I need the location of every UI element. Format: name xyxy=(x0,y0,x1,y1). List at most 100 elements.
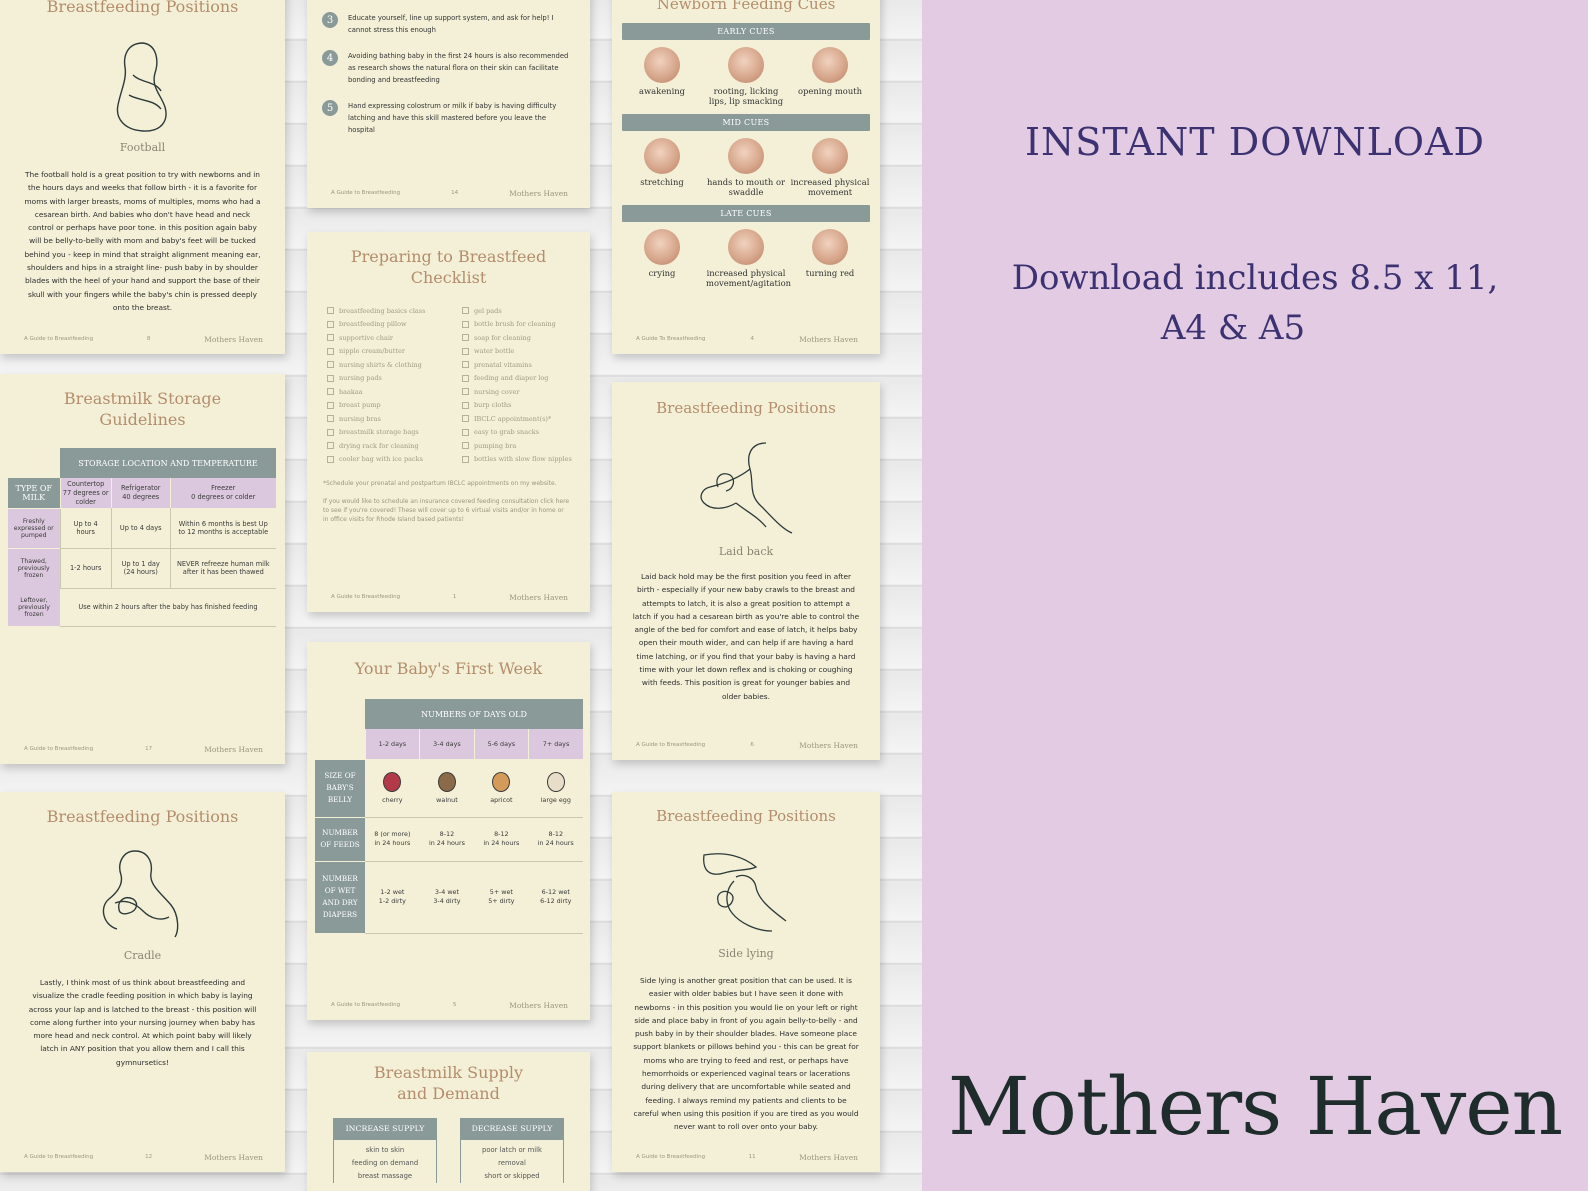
football-hold-illustration xyxy=(116,42,167,132)
checkbox[interactable] xyxy=(327,428,334,436)
belly-size-cell: cherry xyxy=(365,759,420,818)
checklist-note-2: If you would like to schedule an insuran… xyxy=(323,498,570,523)
checklist-label: feeding and diaper log xyxy=(473,374,549,383)
fruit-icon xyxy=(383,771,402,792)
baby-photo xyxy=(644,229,680,265)
cue-item: turning red xyxy=(790,229,870,288)
checklist-item[interactable]: breastfeeding pillow xyxy=(327,318,454,332)
checklist-item[interactable]: pumping bra xyxy=(461,439,574,453)
footer-brand: Mothers Haven xyxy=(799,334,858,344)
checklist-item[interactable]: breastmilk storage bags xyxy=(327,426,454,440)
days-group-header: NUMBERS OF DAYS OLD xyxy=(365,699,583,729)
checklist-label: breast pump xyxy=(339,401,381,410)
storage-cell: Up to 4 hours xyxy=(59,508,112,549)
checkbox[interactable] xyxy=(327,374,334,382)
checklist-item[interactable]: nursing pads xyxy=(327,372,454,386)
checklist-label: nursing bras xyxy=(339,414,381,423)
supply-item: short or skipped xyxy=(484,1172,540,1180)
checklist-item[interactable]: feeding and diaper log xyxy=(461,372,574,386)
checklist-item[interactable]: bottles with slow flow nipples xyxy=(461,453,574,467)
column-name: Countertop xyxy=(67,479,105,488)
checklist-label: burp cloths xyxy=(473,401,512,410)
checkbox[interactable] xyxy=(461,374,469,382)
page-football: Breastfeeding Positions Football The foo… xyxy=(0,0,285,354)
checkbox[interactable] xyxy=(327,415,334,423)
cue-band-header: MID CUES xyxy=(622,114,870,131)
checklist-item[interactable]: gel pads xyxy=(461,304,574,318)
checklist-item[interactable]: burp cloths xyxy=(461,399,574,413)
checklist-item[interactable]: prenatal vitamins xyxy=(461,358,574,372)
checklist-item[interactable]: cooler bag with ice packs xyxy=(327,453,454,467)
checkbox[interactable] xyxy=(461,361,469,369)
checkbox[interactable] xyxy=(461,320,469,328)
footer-guide: A Guide to Breastfeeding xyxy=(331,190,401,196)
checkbox[interactable] xyxy=(461,388,469,396)
checklist-item[interactable]: soap for cleaning xyxy=(461,331,574,345)
feeds-cell-line: 8 (or more) xyxy=(374,830,411,838)
checkbox[interactable] xyxy=(461,347,469,355)
page-side-lying: Breastfeeding Positions Side lying Side … xyxy=(612,792,880,1172)
checkbox[interactable] xyxy=(461,334,469,342)
cue-groups: EARLY CUES awakening rooting, licking lips… xyxy=(612,23,880,288)
checkbox[interactable] xyxy=(327,347,334,355)
footer-brand: Mothers Haven xyxy=(509,188,568,198)
checkbox[interactable] xyxy=(327,361,334,369)
cue-item: hands to mouth or swaddle xyxy=(706,138,786,197)
cue-item: stretching xyxy=(622,138,702,197)
cue-label: rooting, licking lips, lip smacking xyxy=(708,86,784,106)
checklist-item[interactable]: breast pump xyxy=(327,399,454,413)
feeds-cell-line: in 24 hours xyxy=(483,839,520,847)
position-name: Laid back xyxy=(718,545,774,558)
checklist-item[interactable]: haakaa xyxy=(327,385,454,399)
page-number: 11 xyxy=(748,1154,756,1160)
checkbox[interactable] xyxy=(461,442,469,450)
cue-item: increased physical movement/agitation xyxy=(706,229,791,288)
column-name: Refrigerator xyxy=(120,484,161,492)
checkbox[interactable] xyxy=(461,307,469,315)
checkbox[interactable] xyxy=(461,455,469,463)
checklist-item[interactable]: easy to grab snacks xyxy=(461,426,574,440)
checklist-label: easy to grab snacks xyxy=(473,428,540,437)
checkbox[interactable] xyxy=(461,415,469,423)
checklist-item[interactable]: drying rack for cleaning xyxy=(327,439,454,453)
footer-brand: Mothers Haven xyxy=(509,592,568,602)
position-description: The football hold is a great position to… xyxy=(24,170,261,312)
supply-item: breast massage xyxy=(357,1172,413,1180)
checklist-item[interactable]: nipple cream/butter xyxy=(327,345,454,359)
position-description: Laid back hold may be the first position… xyxy=(632,572,860,701)
checkbox[interactable] xyxy=(327,307,334,315)
footer-guide: A Guide to Breastfeeding xyxy=(24,746,94,752)
checklist-label: breastfeeding basics class xyxy=(339,306,426,315)
feeds-cell-line: in 24 hours xyxy=(374,839,411,847)
checkbox[interactable] xyxy=(327,334,334,342)
footer-brand: Mothers Haven xyxy=(204,334,263,344)
checklist-item[interactable]: water bottle xyxy=(461,345,574,359)
belly-size-cell: apricot xyxy=(474,759,529,818)
checkbox[interactable] xyxy=(461,428,469,436)
checklist-item[interactable]: supportive chair xyxy=(327,331,454,345)
checklist-item[interactable]: bottle brush for cleaning xyxy=(461,318,574,332)
day-header: 5-6 days xyxy=(473,729,529,759)
cue-band-header: EARLY CUES xyxy=(622,23,870,40)
checklist-item[interactable]: breastfeeding basics class xyxy=(327,304,454,318)
step-number: 4 xyxy=(322,50,338,66)
cue-item: rooting, licking lips, lip smacking xyxy=(706,47,786,106)
checklist-label: soap for cleaning xyxy=(473,333,531,342)
page-title: Breastfeeding Positions xyxy=(656,399,836,417)
checkbox[interactable] xyxy=(327,401,334,409)
checklist-item[interactable]: nursing cover xyxy=(461,385,574,399)
decrease-column: DECREASE SUPPLY poor latch or milk remova… xyxy=(460,1118,564,1183)
day-header: 7+ days xyxy=(528,729,583,759)
page-title-line-2: Guidelines xyxy=(99,410,186,429)
footer-guide: A Guide to Breastfeeding xyxy=(636,1154,706,1160)
checkbox[interactable] xyxy=(327,320,334,328)
checkbox[interactable] xyxy=(327,455,334,463)
checklist-item[interactable]: IBCLC appointment(s)* xyxy=(461,412,574,426)
checkbox[interactable] xyxy=(327,388,334,396)
checklist-item[interactable]: nursing bras xyxy=(327,412,454,426)
checkbox[interactable] xyxy=(461,401,469,409)
position-name: Football xyxy=(119,141,166,154)
checklist-item[interactable]: nursing shirts & clothing xyxy=(327,358,454,372)
checkbox[interactable] xyxy=(327,442,334,450)
storage-cell: NEVER refreeze human milk after it has b… xyxy=(169,548,276,589)
